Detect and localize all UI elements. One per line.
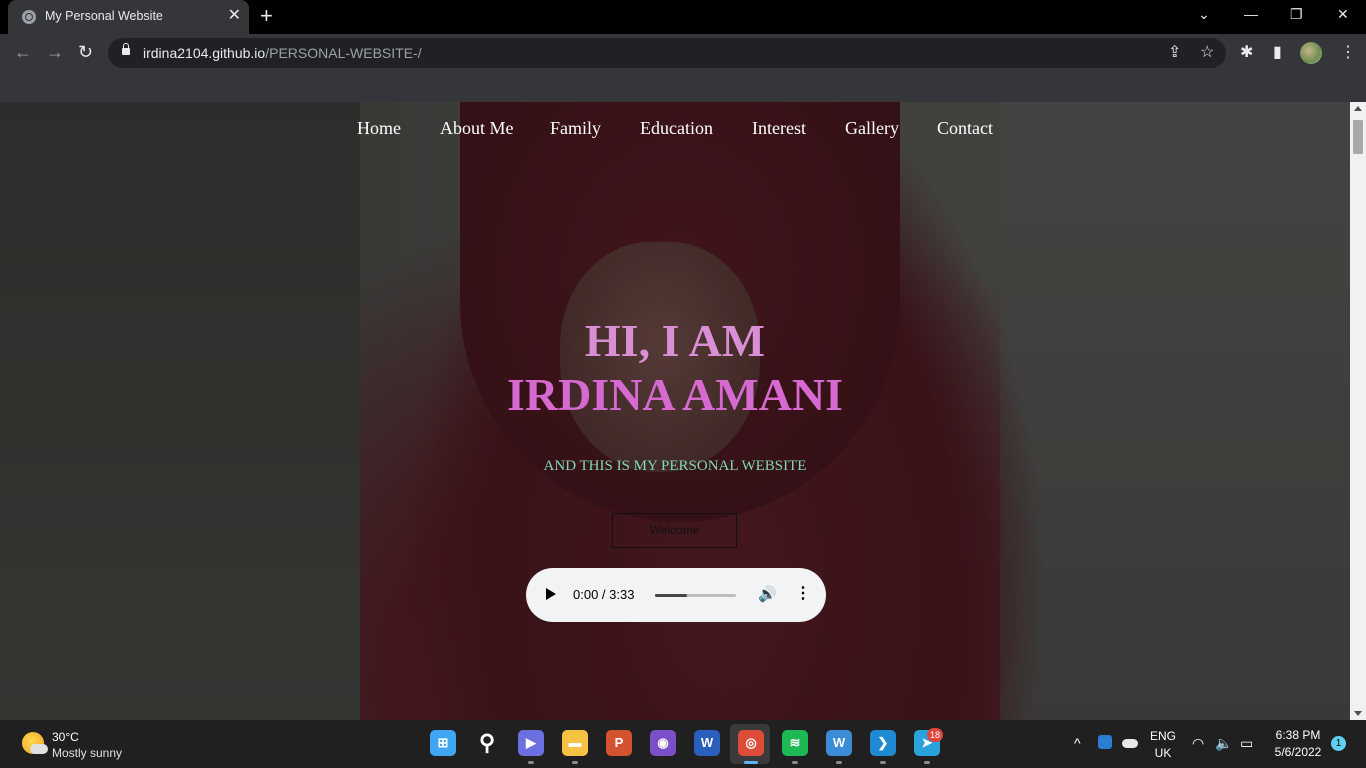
hero-subtitle: AND THIS IS MY PERSONAL WEBSITE [543, 458, 807, 474]
bookmarks-bar [0, 72, 1366, 102]
weather-temperature: 30°C [52, 730, 79, 744]
profile-avatar[interactable] [1300, 42, 1322, 64]
close-window-button[interactable]: ✕ [1337, 6, 1349, 23]
chrome-running-indicator [744, 761, 758, 764]
vscode-taskbar-icon[interactable]: ❯ [870, 730, 896, 756]
forward-button[interactable]: → [46, 42, 64, 62]
github-desktop-taskbar-icon[interactable]: ◉ [650, 730, 676, 756]
side-panel-icon[interactable]: ▮ [1273, 44, 1282, 62]
address-bar[interactable]: irdina2104.github.io/PERSONAL-WEBSITE-/ … [108, 38, 1226, 68]
nav-interest[interactable]: Interest [752, 118, 806, 139]
audio-player: 0:00 / 3:33 🔊 ⋮ [526, 568, 826, 622]
search-icon: ⚲ [478, 730, 496, 755]
reload-button[interactable]: ↻ [78, 42, 93, 62]
share-icon[interactable]: ⇪ [1168, 44, 1181, 62]
wifi-icon[interactable]: ◠ [1192, 735, 1204, 751]
bookmark-star-icon[interactable]: ☆ [1200, 44, 1214, 62]
teams-chat-icon: ▶ [526, 735, 536, 750]
hero-heading-line1: HI, I AM [584, 315, 766, 366]
vscode-running-indicator [880, 761, 886, 764]
spotify-icon: ≋ [789, 735, 801, 750]
windows-start-icon: ⊞ [437, 735, 449, 750]
scroll-down-icon[interactable] [1354, 711, 1362, 716]
chrome-menu-icon[interactable]: ⋮ [1340, 44, 1356, 62]
audio-more-options-icon[interactable]: ⋮ [795, 584, 811, 604]
teams-chat-running-indicator [528, 761, 534, 764]
nav-about-me[interactable]: About Me [440, 118, 514, 139]
audio-seek-fill [655, 594, 688, 597]
battery-icon[interactable]: ▭ [1240, 735, 1253, 751]
nav-home[interactable]: Home [357, 118, 401, 139]
defender-icon[interactable] [1098, 735, 1112, 749]
word-taskbar-icon[interactable]: W [694, 730, 720, 756]
clock-date[interactable]: 5/6/2022 [1268, 745, 1328, 759]
powerpoint-icon: P [614, 735, 624, 750]
webex-taskbar-icon[interactable]: W [826, 730, 852, 756]
volume-icon[interactable]: 🔊 [758, 585, 777, 603]
hero-heading-line2: IRDINA AMANI [506, 369, 844, 420]
file-explorer-running-indicator [572, 761, 578, 764]
close-tab-icon[interactable]: ✕ [228, 8, 241, 24]
chrome-icon: ◎ [745, 735, 757, 750]
extensions-icon[interactable]: ✱ [1240, 44, 1253, 62]
browser-toolbar: ← → ↻ irdina2104.github.io/PERSONAL-WEBS… [0, 34, 1366, 72]
audio-seek-bar[interactable] [655, 594, 736, 597]
powerpoint-taskbar-icon[interactable]: P [606, 730, 632, 756]
page-viewport: Home About Me Family Education Interest … [0, 102, 1350, 720]
weather-description: Mostly sunny [52, 746, 123, 760]
telegram-unread-badge: 18 [927, 728, 943, 742]
speaker-icon[interactable]: 🔈 [1215, 735, 1232, 751]
vscode-icon: ❯ [877, 735, 889, 750]
lock-icon[interactable] [122, 43, 130, 55]
play-icon[interactable] [546, 588, 556, 600]
nav-family[interactable]: Family [550, 118, 601, 139]
tray-overflow-chevron-icon[interactable]: ^ [1074, 735, 1081, 751]
windows-taskbar: 30°C Mostly sunny ⊞ ⚲ ▶ ▬ P ◉ W ◎ ≋ W ❯ ➤ 18 ^ ENG … [0, 720, 1366, 768]
webex-running-indicator [836, 761, 842, 764]
spotify-taskbar-icon[interactable]: ≋ [782, 730, 808, 756]
notification-count-badge[interactable]: 1 [1331, 736, 1346, 751]
tab-title: My Personal Website [45, 9, 163, 23]
file-explorer-taskbar-icon[interactable]: ▬ [562, 730, 588, 756]
windows-start-taskbar-icon[interactable]: ⊞ [430, 730, 456, 756]
teams-chat-taskbar-icon[interactable]: ▶ [518, 730, 544, 756]
word-icon: W [700, 735, 714, 750]
onedrive-cloud-icon[interactable] [1122, 739, 1138, 748]
restore-button[interactable]: ❐ [1290, 6, 1303, 23]
github-desktop-icon: ◉ [657, 735, 669, 750]
nav-education[interactable]: Education [640, 118, 713, 139]
telegram-running-indicator [924, 761, 930, 764]
clock-time[interactable]: 6:38 PM [1268, 728, 1328, 742]
tab-search-icon[interactable]: ⌄ [1198, 6, 1210, 23]
partly-sunny-icon [22, 732, 48, 754]
scroll-thumb[interactable] [1353, 120, 1363, 154]
new-tab-button[interactable]: + [260, 5, 273, 27]
scroll-up-icon[interactable] [1354, 106, 1362, 111]
welcome-button[interactable]: Welcome [612, 513, 737, 548]
audio-time: 0:00 / 3:33 [573, 587, 635, 602]
search-taskbar-icon[interactable]: ⚲ [474, 730, 500, 756]
url-text[interactable]: irdina2104.github.io/PERSONAL-WEBSITE-/ [143, 45, 422, 61]
file-explorer-icon: ▬ [568, 735, 582, 750]
back-button[interactable]: ← [14, 42, 32, 62]
input-language[interactable]: ENG [1148, 729, 1178, 743]
minimize-button[interactable]: — [1244, 6, 1258, 22]
chrome-taskbar-icon[interactable]: ◎ [738, 730, 764, 756]
page-scrollbar[interactable] [1350, 102, 1366, 720]
globe-icon [22, 10, 36, 24]
webex-icon: W [832, 735, 846, 750]
tab-my-personal-website[interactable]: My Personal Website ✕ [8, 0, 249, 34]
nav-contact[interactable]: Contact [937, 118, 993, 139]
input-region[interactable]: UK [1148, 746, 1178, 760]
tab-strip: My Personal Website ✕ + ⌄ — ❐ ✕ [0, 0, 1366, 34]
nav-gallery[interactable]: Gallery [845, 118, 899, 139]
spotify-running-indicator [792, 761, 798, 764]
